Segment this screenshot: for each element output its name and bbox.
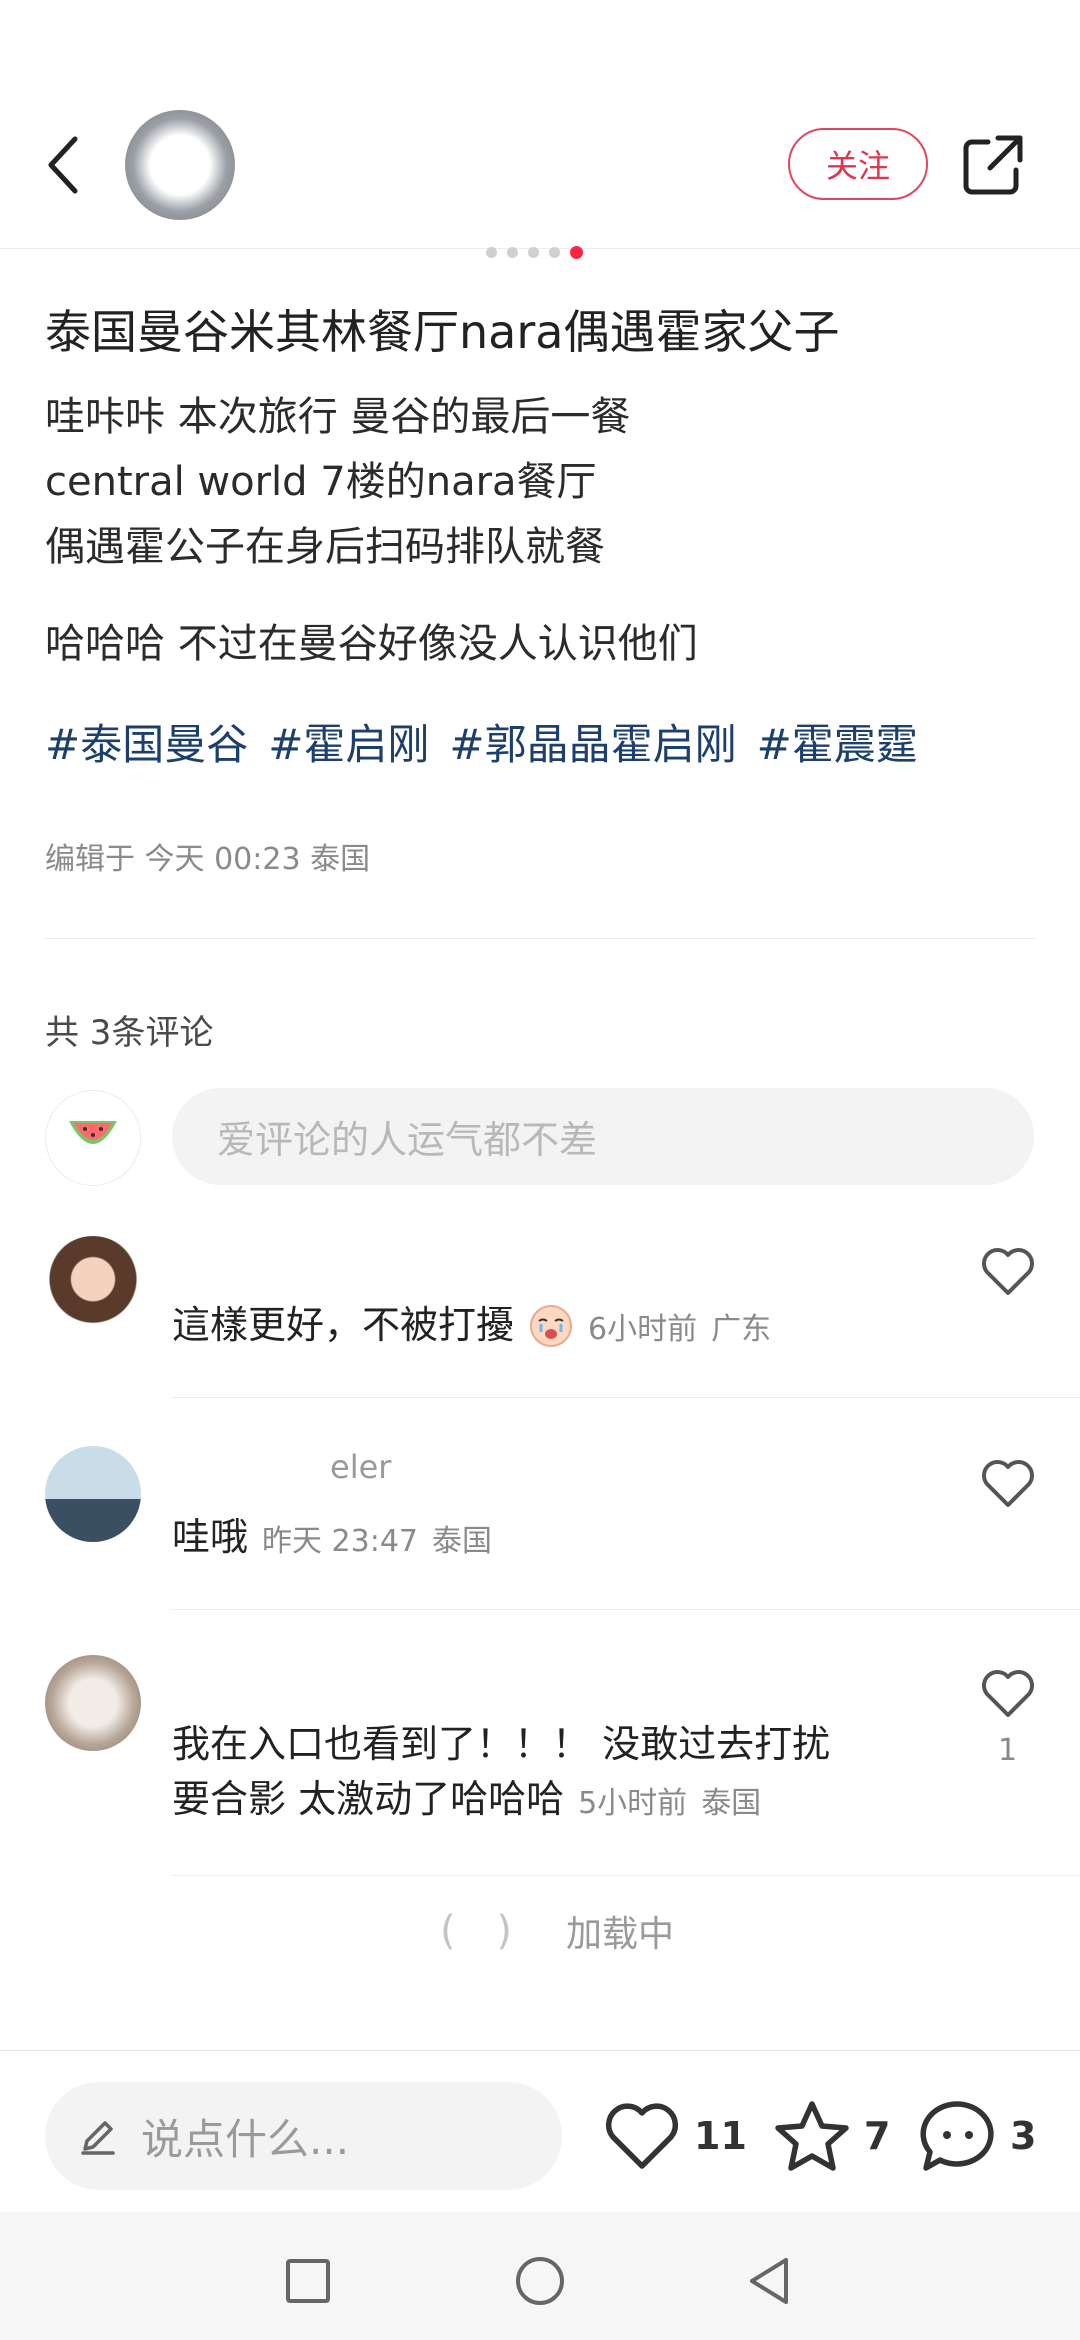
comment-time: 6小时前 (588, 1311, 698, 1347)
post-body-line: 哈哈哈 不过在曼谷好像没人认识他们 (45, 621, 698, 667)
pencil-icon (81, 2121, 115, 2155)
say-something-placeholder: 说点什么... (141, 2114, 350, 2164)
system-nav-bar (0, 2212, 1080, 2340)
collect-count: 7 (864, 2114, 891, 2158)
loading-label: 加载中 (565, 1914, 674, 1955)
spinner-icon: ( ) (440, 1908, 526, 1954)
chat-bubble-icon (920, 2101, 994, 2171)
comment-content: 這樣更好，不被打擾 6小时前 广东 (172, 1298, 771, 1353)
post-body-line: central world 7楼的nara餐厅 (45, 459, 597, 505)
chevron-left-icon (48, 136, 78, 194)
back-nav-button[interactable] (746, 2256, 792, 2306)
post-body-line: 哇咔咔 本次旅行 曼谷的最后一餐 (45, 394, 631, 440)
share-icon (963, 135, 1023, 195)
comment-divider (172, 1875, 1080, 1876)
heart-icon (982, 1460, 1034, 1507)
post-header: 关注 (0, 0, 1080, 250)
like-count: 1 (998, 1733, 1018, 1768)
comment-text: 要合影 太激动了哈哈哈 (172, 1777, 565, 1821)
like-count: 11 (694, 2114, 747, 2158)
home-button[interactable] (515, 2256, 565, 2306)
comment-location: 泰国 (432, 1523, 493, 1559)
pager-dot (528, 247, 539, 258)
heart-icon (982, 1248, 1034, 1295)
heart-icon (982, 1670, 1034, 1717)
watermelon-icon (69, 1121, 117, 1144)
pager-dot (507, 247, 518, 258)
back-button[interactable] (28, 125, 98, 205)
pager-dot (486, 247, 497, 258)
comment-divider (172, 1397, 1080, 1398)
comment-divider (172, 1609, 1080, 1610)
post-meta: 编辑于 今天 00:23 泰国 (45, 842, 371, 877)
comment-text: 這樣更好，不被打擾 (172, 1303, 515, 1347)
share-button[interactable] (958, 130, 1028, 200)
content-divider (45, 938, 1035, 939)
tag-link[interactable]: #郭晶晶霍启刚 (449, 715, 736, 775)
comment-input[interactable]: 爱评论的人运气都不差 (172, 1088, 1034, 1185)
comment-location: 广东 (711, 1311, 772, 1347)
author-avatar[interactable] (125, 110, 235, 220)
loading-indicator: ( ) 加载中 (440, 1905, 674, 1957)
follow-button[interactable]: 关注 (788, 128, 928, 200)
recent-apps-button[interactable] (285, 2258, 331, 2304)
comment-content: 哇哦 昨天 23:47 泰国 (172, 1510, 492, 1565)
comment-count-bottom: 3 (1010, 2114, 1037, 2158)
tag-link[interactable]: #霍启刚 (268, 715, 429, 775)
commenter-avatar[interactable] (45, 1446, 141, 1542)
like-button[interactable] (978, 1665, 1038, 1725)
star-icon (775, 2101, 849, 2171)
my-avatar (45, 1090, 141, 1186)
comment-content: 要合影 太激动了哈哈哈 5小时前 泰国 (172, 1772, 761, 1827)
comment-time: 5小时前 (578, 1785, 688, 1821)
like-post-button[interactable]: 11 (602, 2098, 747, 2174)
say-something-input[interactable]: 说点什么... (45, 2082, 562, 2190)
post-title: 泰国曼谷米其林餐厅nara偶遇霍家父子 (45, 305, 840, 359)
comment-time: 昨天 23:47 (262, 1523, 419, 1559)
collect-button[interactable]: 7 (772, 2098, 890, 2174)
post-body: 哇咔咔 本次旅行 曼谷的最后一餐 central world 7楼的nara餐厅… (45, 385, 1045, 677)
comment-text: 哇哦 (172, 1515, 249, 1559)
like-button[interactable] (978, 1243, 1038, 1303)
tag-link[interactable]: #霍震霆 (757, 715, 918, 775)
comment-location: 泰国 (701, 1785, 762, 1821)
pager-dot (549, 247, 560, 258)
tag-link[interactable]: #泰国曼谷 (45, 715, 248, 775)
pager-dot-active (570, 246, 583, 259)
heart-icon (605, 2103, 679, 2169)
comment-button[interactable]: 3 (918, 2098, 1036, 2174)
commenter-avatar[interactable] (45, 1655, 141, 1751)
commenter-avatar[interactable] (45, 1236, 141, 1332)
comment-text: 我在入口也看到了！！！ 没敢过去打扰 (172, 1722, 831, 1766)
image-pager-dots (486, 246, 583, 259)
like-button[interactable] (978, 1455, 1038, 1515)
commenter-name[interactable]: eler (330, 1448, 391, 1486)
post-body-line: 偶遇霍公子在身后扫码排队就餐 (45, 524, 605, 570)
comment-count: 共 3条评论 (45, 1013, 214, 1053)
tag-list: #泰国曼谷 #霍启刚 #郭晶晶霍启刚 #霍震霆 (45, 715, 918, 775)
bottom-bar-divider (0, 2050, 1080, 2051)
crying-face-icon (530, 1304, 573, 1347)
